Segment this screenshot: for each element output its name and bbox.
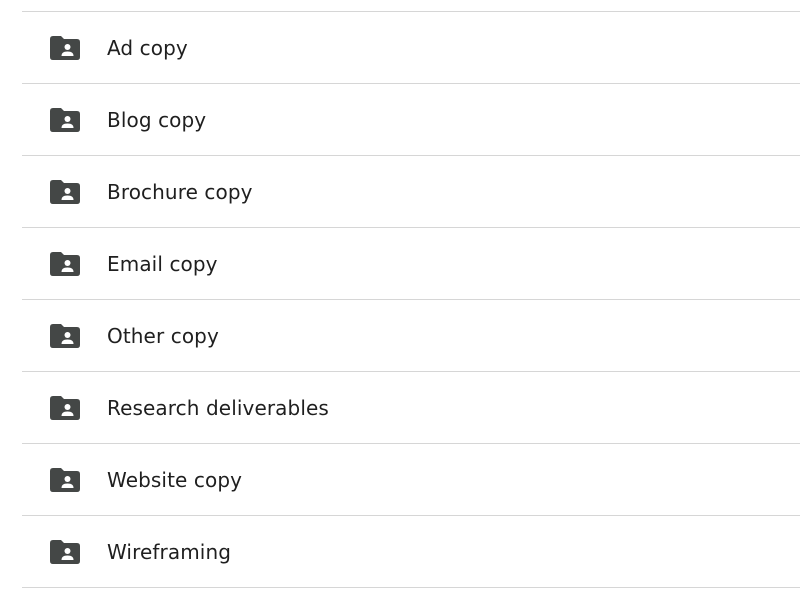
folder-row[interactable]: Blog copy xyxy=(22,84,800,155)
shared-folder-icon xyxy=(50,539,80,564)
folder-name: Website copy xyxy=(107,467,243,492)
folder-row[interactable]: Research deliverables xyxy=(22,372,800,443)
folder-name: Ad copy xyxy=(107,35,188,60)
folder-name: Wireframing xyxy=(107,539,232,564)
folder-name: Other copy xyxy=(107,323,219,348)
folder-row[interactable]: Other copy xyxy=(22,300,800,371)
shared-folder-icon xyxy=(50,395,80,420)
folder-row[interactable]: Brochure copy xyxy=(22,156,800,227)
shared-folder-icon xyxy=(50,251,80,276)
folder-row[interactable]: Email copy xyxy=(22,228,800,299)
folder-row[interactable]: Wireframing xyxy=(22,516,800,587)
folder-name: Email copy xyxy=(107,251,218,276)
shared-folder-icon xyxy=(50,467,80,492)
row-divider xyxy=(22,587,800,588)
folder-name: Research deliverables xyxy=(107,395,329,420)
shared-folder-icon xyxy=(50,323,80,348)
folder-name: Blog copy xyxy=(107,107,207,132)
folder-name: Brochure copy xyxy=(107,179,253,204)
shared-folder-icon xyxy=(50,107,80,132)
shared-folder-icon xyxy=(50,179,80,204)
shared-folder-icon xyxy=(50,35,80,60)
folder-row[interactable]: Ad copy xyxy=(22,12,800,83)
folder-row[interactable]: Website copy xyxy=(22,444,800,515)
folder-list: Ad copy Blog copy Brochure copy Email co… xyxy=(0,0,800,600)
